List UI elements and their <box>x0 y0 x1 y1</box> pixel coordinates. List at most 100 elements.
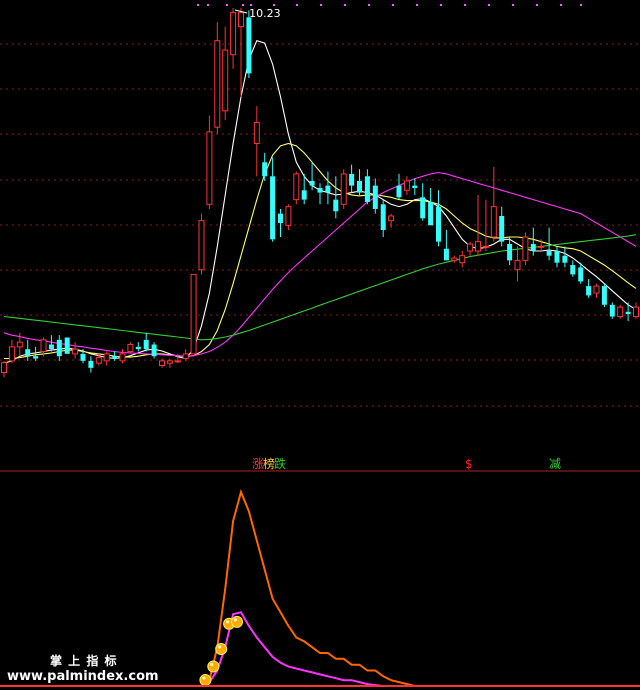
candle <box>182 349 189 361</box>
candle <box>48 335 54 352</box>
gold-marker-shine <box>218 645 222 649</box>
candle <box>325 171 331 205</box>
candle-body-down <box>325 185 331 193</box>
candle <box>403 176 410 195</box>
candle-body-down <box>609 304 615 317</box>
candle <box>230 8 237 69</box>
candle <box>270 157 276 242</box>
candle <box>33 346 39 361</box>
candle <box>633 302 639 319</box>
top-dot-14 <box>488 4 490 6</box>
candle <box>1 360 7 378</box>
candle <box>420 183 426 221</box>
candle <box>451 255 458 263</box>
candle <box>151 342 157 359</box>
signal-label-4: 减 <box>549 457 561 471</box>
candle <box>475 194 481 256</box>
candle-body-down <box>436 206 441 242</box>
candle-body-down <box>278 213 283 223</box>
candle-body-up <box>490 206 497 238</box>
candle-body-up <box>467 243 474 252</box>
candle <box>340 169 347 209</box>
candle-body-down <box>546 251 552 256</box>
candle <box>119 349 126 364</box>
top-dot-4 <box>250 4 252 6</box>
candle-body-up <box>16 341 23 348</box>
candle-body-up <box>403 180 410 191</box>
top-dot-10 <box>392 4 394 6</box>
candle <box>586 279 592 298</box>
candle-body-down <box>507 244 513 261</box>
candle <box>190 273 197 355</box>
candle-body-up <box>238 12 244 28</box>
candle <box>143 332 149 352</box>
candle <box>285 204 292 230</box>
candle <box>601 283 607 308</box>
candle-body-down <box>562 255 568 263</box>
candle-body-down <box>530 244 536 252</box>
candle-body-down <box>25 349 31 357</box>
top-dot-13 <box>464 4 466 6</box>
gold-marker-ball <box>207 660 220 673</box>
candle-body-up <box>127 344 134 353</box>
candle <box>88 356 94 373</box>
candle <box>554 246 560 268</box>
candle-body-up <box>72 348 79 355</box>
candle-body-down <box>357 180 362 193</box>
candle <box>396 173 402 200</box>
candle-body-up <box>166 360 173 364</box>
candle-body-up <box>593 285 600 294</box>
candle-body-down <box>364 176 370 202</box>
candle-body-down <box>333 199 339 212</box>
candle <box>222 26 229 121</box>
top-dot-7 <box>320 4 322 6</box>
candle-body-down <box>309 180 315 186</box>
candle-body-up <box>119 353 126 362</box>
top-dot-2 <box>226 4 228 6</box>
candle <box>428 187 434 226</box>
candle-body-down <box>88 360 94 368</box>
candle-body-up <box>214 40 221 128</box>
top-dot-5 <box>273 4 275 6</box>
candle-body-down <box>428 201 434 226</box>
candle <box>253 106 260 177</box>
candle-body-up <box>293 173 300 201</box>
gold-marker-4 <box>231 615 243 628</box>
top-dot-6 <box>296 4 298 6</box>
candle <box>593 283 600 298</box>
candle <box>617 304 624 319</box>
candle <box>467 241 474 256</box>
candle-body-down <box>396 185 402 198</box>
candle-body-up <box>340 173 347 205</box>
candle-body-up <box>633 306 639 317</box>
candle-body-down <box>135 346 141 350</box>
candle <box>436 190 441 247</box>
candle-body-up <box>103 353 110 362</box>
candle <box>499 206 505 247</box>
candle <box>357 169 362 195</box>
candle <box>246 10 252 79</box>
candle <box>380 199 386 238</box>
candle <box>56 335 62 361</box>
candle-body-down <box>554 251 560 263</box>
top-dot-15 <box>512 4 514 6</box>
candle <box>262 152 268 181</box>
gold-marker-shine <box>226 620 230 624</box>
candle-body-up <box>253 122 260 145</box>
top-dot-3 <box>242 4 244 6</box>
gold-marker-shine <box>202 676 206 680</box>
top-dot-8 <box>344 4 346 6</box>
candle <box>333 176 339 219</box>
candle <box>522 232 529 266</box>
candle-body-up <box>190 273 197 355</box>
top-dot-18 <box>580 4 582 6</box>
candle-body-down <box>625 311 631 315</box>
candle-body-up <box>8 346 15 362</box>
candle <box>238 8 244 97</box>
candle-body-down <box>33 356 39 359</box>
gold-marker-0 <box>199 674 212 687</box>
candle <box>609 302 615 319</box>
candle-body-down <box>80 353 86 361</box>
dashed-grid <box>0 43 640 407</box>
candle-body-down <box>48 344 54 350</box>
